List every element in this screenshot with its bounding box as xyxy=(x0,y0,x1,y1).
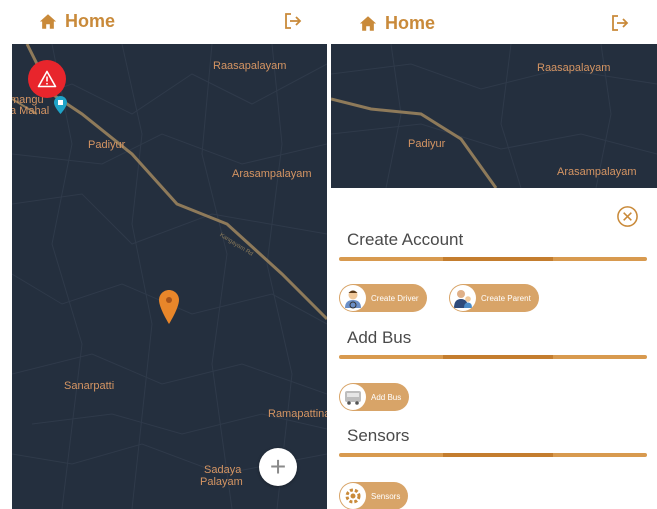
place-label: Palayam xyxy=(200,476,243,488)
home-title[interactable]: Home xyxy=(39,11,115,32)
create-parent-button[interactable]: Create Parent xyxy=(449,284,539,312)
place-label: Arasampalayam xyxy=(232,168,312,180)
logout-icon[interactable] xyxy=(610,13,630,33)
place-label: Ramapattina xyxy=(268,408,327,420)
sensors-button[interactable]: Sensors xyxy=(339,482,409,509)
create-driver-button[interactable]: Create Driver xyxy=(339,284,427,312)
section-divider xyxy=(339,355,647,359)
place-label: Padiyur xyxy=(88,139,126,151)
header-title: Home xyxy=(385,13,436,33)
sensor-gear-icon xyxy=(340,483,366,509)
map-view[interactable]: Raasapalayam Padiyur Arasampalayam xyxy=(331,44,657,188)
add-fab-button[interactable]: + xyxy=(259,448,297,486)
poi-marker-icon[interactable] xyxy=(54,96,67,114)
home-icon xyxy=(359,16,377,31)
map-view[interactable]: Raasapalayam mangu a Mahal Padiyur Arasa… xyxy=(12,44,327,509)
add-bus-button[interactable]: Add Bus xyxy=(339,383,410,411)
create-account-title: Create Account xyxy=(347,230,464,249)
place-label: a Mahal xyxy=(12,105,50,117)
actions-sheet: Create Account Create Driver Create Pare… xyxy=(331,188,657,509)
bus-location-pin-icon[interactable] xyxy=(159,290,179,324)
sensors-label: Sensors xyxy=(371,491,401,501)
plus-icon: + xyxy=(269,451,287,482)
place-label: Sanarpatti xyxy=(64,380,115,392)
add-bus-title: Add Bus xyxy=(347,328,412,347)
place-label: Raasapalayam xyxy=(537,62,611,74)
header-title: Home xyxy=(65,11,116,31)
home-title[interactable]: Home xyxy=(359,13,435,34)
home-icon xyxy=(39,14,57,29)
place-label: Padiyur xyxy=(408,138,446,150)
app-header: Home xyxy=(0,0,327,44)
sensors-title: Sensors xyxy=(347,426,410,445)
create-driver-label: Create Driver xyxy=(371,293,419,303)
section-divider xyxy=(339,453,647,457)
place-label: Sadaya xyxy=(204,464,242,476)
left-screen: Home Raasapalayam mangu a Mahal Padiyur … xyxy=(0,0,327,509)
close-icon[interactable] xyxy=(616,205,639,228)
parent-avatar-icon xyxy=(450,285,476,311)
right-screen: Home Raasapalayam Padiyur Arasampalayam xyxy=(331,0,657,509)
place-label: Arasampalayam xyxy=(557,166,637,178)
place-label: Raasapalayam xyxy=(213,60,287,72)
logout-icon[interactable] xyxy=(283,11,303,31)
section-divider xyxy=(339,257,647,261)
bus-icon xyxy=(340,384,366,410)
app-header: Home xyxy=(331,0,657,44)
add-bus-label: Add Bus xyxy=(371,392,402,402)
driver-avatar-icon xyxy=(340,285,366,311)
warning-icon xyxy=(37,70,57,88)
sos-alert-button[interactable] xyxy=(28,60,66,98)
create-parent-label: Create Parent xyxy=(481,293,531,303)
